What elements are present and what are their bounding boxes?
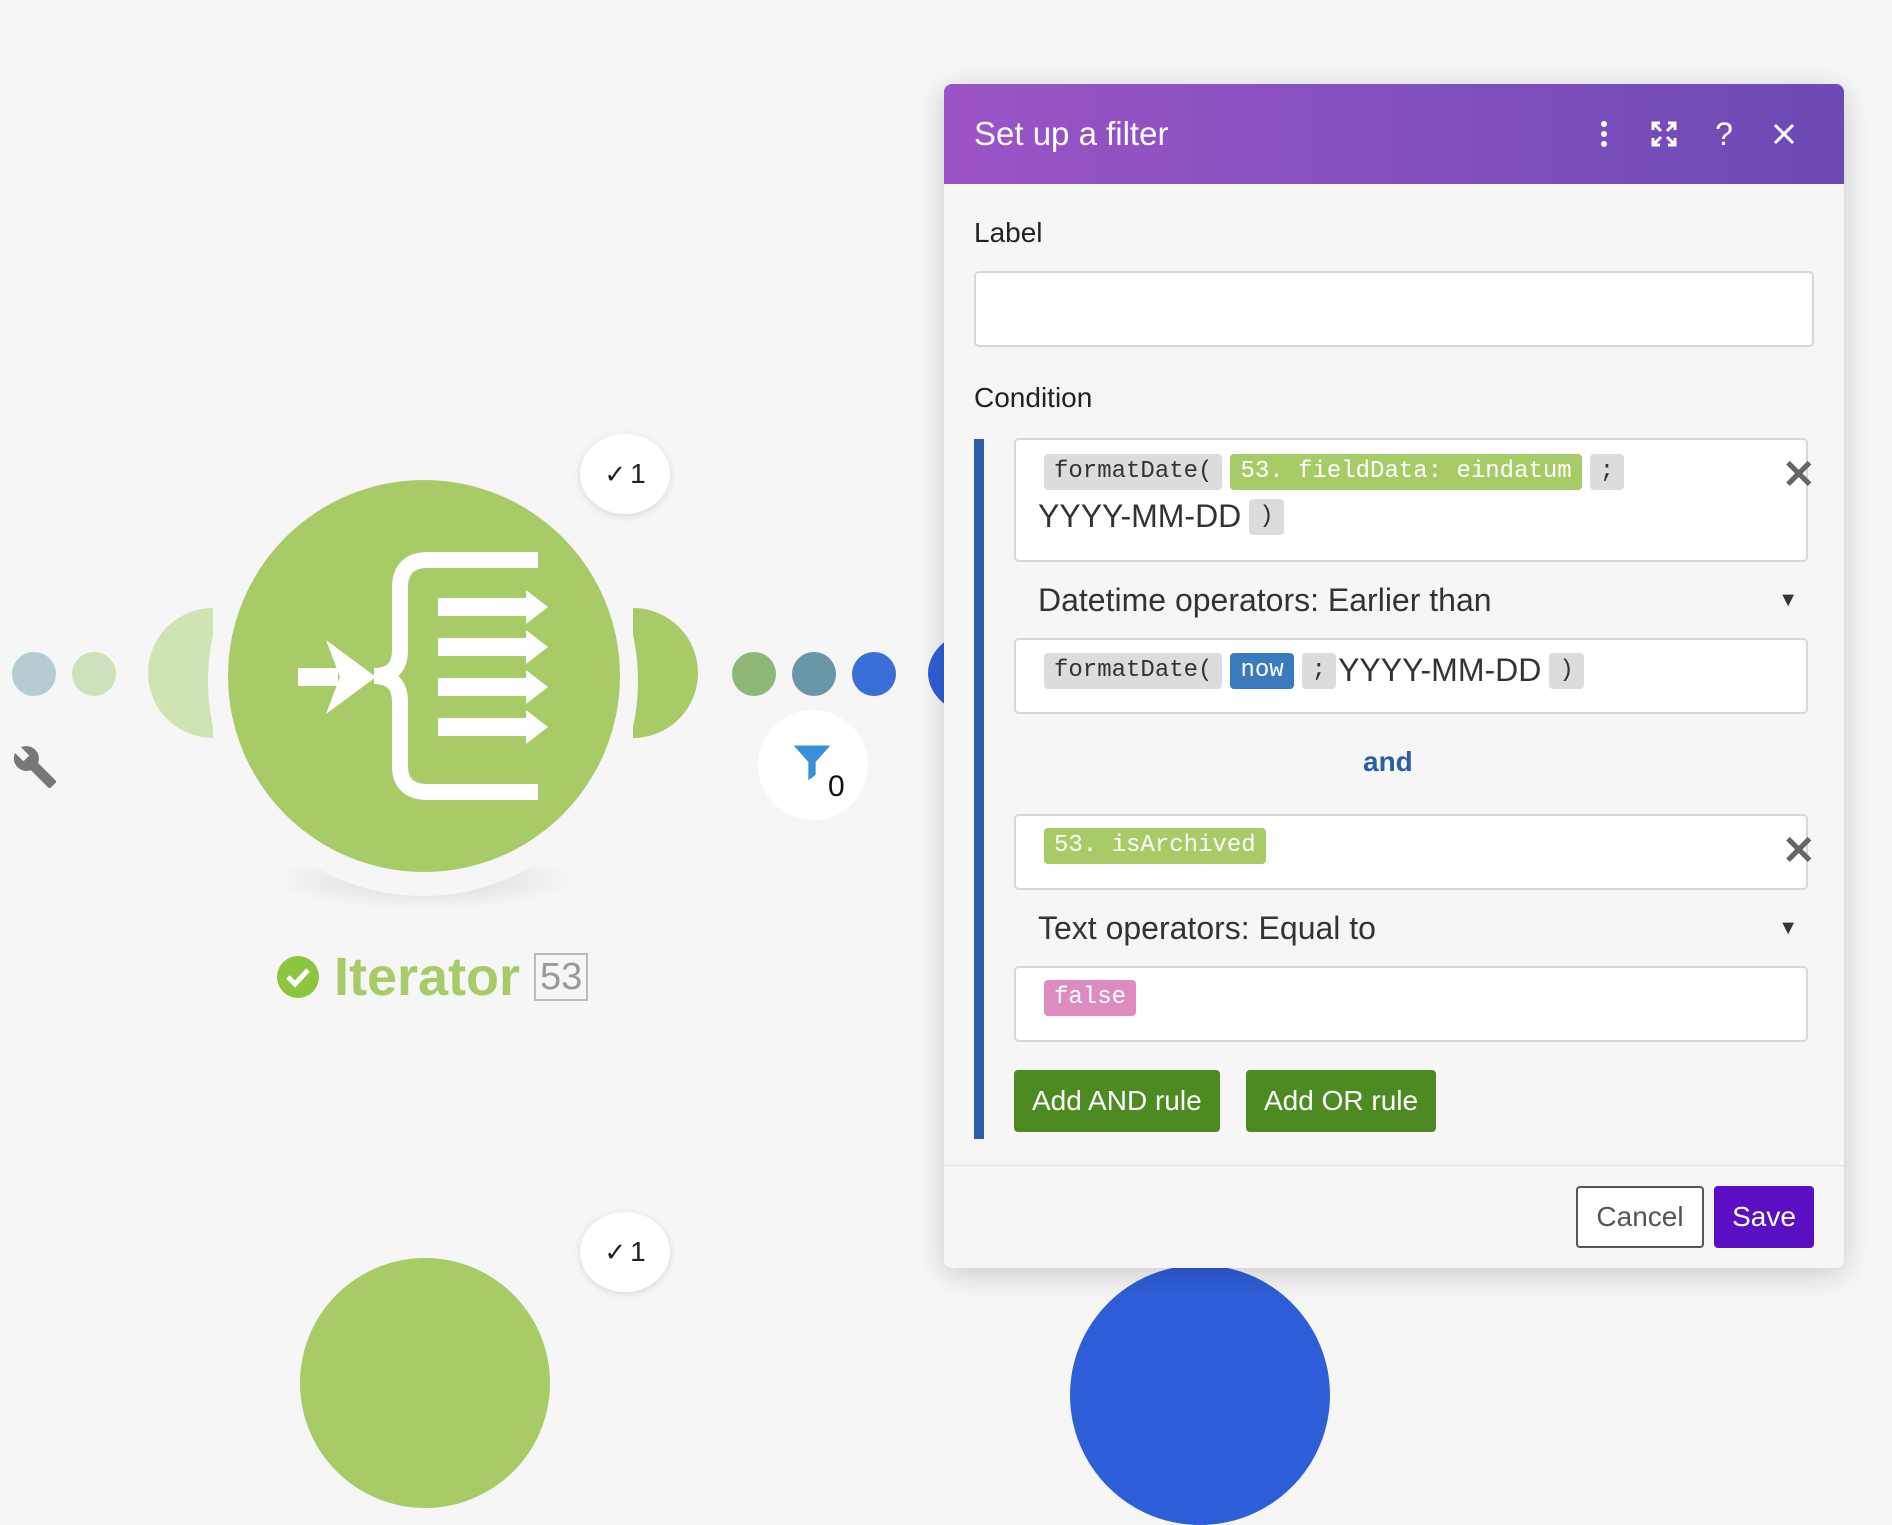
cancel-button[interactable]: Cancel — [1576, 1186, 1704, 1248]
rule1-operator-label: Datetime operators: Earlier than — [1038, 581, 1492, 618]
success-check-icon — [277, 956, 319, 998]
chevron-down-icon: ▼ — [1778, 588, 1798, 611]
next-module-bottom-right[interactable] — [1070, 1265, 1330, 1525]
next-module-bottom-left[interactable] — [300, 1258, 550, 1508]
rule1-left-operand[interactable]: formatDate( 53. fieldData: eindatum ; YY… — [1014, 438, 1808, 562]
rule1-right-operand[interactable]: formatDate( now ; YYYY-MM-DD ) — [1014, 638, 1808, 714]
filter-count: 0 — [828, 770, 845, 803]
chevron-down-icon: ▼ — [1778, 916, 1798, 939]
variable-chip[interactable]: 53. fieldData: eindatum — [1230, 454, 1582, 490]
dialog-header: Set up a filter ? — [944, 84, 1844, 184]
link-dot — [72, 652, 116, 696]
link-dot — [792, 652, 836, 696]
expand-icon[interactable] — [1634, 104, 1694, 164]
iterator-icon — [298, 552, 548, 800]
remove-rule1-icon[interactable]: ✕ — [1782, 452, 1816, 498]
rule2-right-operand[interactable]: false — [1014, 966, 1808, 1042]
add-or-rule-button[interactable]: Add OR rule — [1246, 1070, 1437, 1132]
close-paren-chip[interactable]: ) — [1549, 652, 1584, 689]
link-dot — [12, 652, 56, 696]
module-name[interactable]: Iterator — [334, 946, 520, 1008]
more-vertical-icon[interactable] — [1574, 104, 1634, 164]
rule2-left-operand[interactable]: 53. isArchived — [1014, 814, 1808, 890]
add-and-rule-button[interactable]: Add AND rule — [1014, 1070, 1220, 1132]
rule2-operator-label: Text operators: Equal to — [1038, 909, 1376, 946]
and-connector: and — [1363, 746, 1413, 777]
check-double-icon: ✓ — [604, 458, 627, 489]
filter-dialog: Set up a filter ? Label Condition format… — [944, 84, 1844, 1268]
execution-count-badge-bottom[interactable]: ✓ 1 — [580, 1212, 670, 1292]
rule1-operator-select[interactable]: Datetime operators: Earlier than ▼ — [1038, 576, 1798, 624]
remove-rule2-icon[interactable]: ✕ — [1782, 828, 1816, 874]
execution-count-badge[interactable]: ✓ 1 — [580, 434, 670, 514]
save-button[interactable]: Save — [1714, 1186, 1814, 1248]
close-icon[interactable] — [1754, 104, 1814, 164]
variable-chip[interactable]: 53. isArchived — [1044, 828, 1266, 864]
label-input[interactable] — [974, 271, 1814, 347]
close-paren-chip[interactable]: ) — [1249, 498, 1284, 535]
separator-chip[interactable]: ; — [1301, 652, 1337, 689]
function-chip[interactable]: formatDate( — [1044, 652, 1223, 689]
check-double-icon: ✓ — [604, 1236, 627, 1267]
now-chip[interactable]: now — [1230, 652, 1294, 689]
filter-bubble[interactable]: 0 — [758, 710, 868, 820]
label-caption: Label — [974, 217, 1043, 248]
help-icon[interactable]: ? — [1694, 104, 1754, 164]
link-dot — [732, 652, 776, 696]
condition-group-bar — [974, 439, 984, 1139]
module-id: 53 — [534, 953, 589, 1001]
condition-caption: Condition — [974, 382, 1093, 413]
format-text: YYYY-MM-DD — [1338, 652, 1542, 688]
link-dot — [852, 652, 896, 696]
footer-divider — [944, 1165, 1844, 1166]
iterator-module-circle[interactable] — [228, 480, 620, 872]
format-text: YYYY-MM-DD — [1038, 498, 1242, 534]
execution-count: 1 — [630, 458, 646, 489]
execution-count: 1 — [630, 1236, 646, 1267]
separator-chip[interactable]: ; — [1589, 454, 1625, 490]
boolean-chip[interactable]: false — [1044, 980, 1137, 1016]
module-title: Iterator 53 — [276, 946, 589, 1008]
rule2-operator-select[interactable]: Text operators: Equal to ▼ — [1038, 904, 1798, 952]
wrench-icon[interactable] — [12, 744, 58, 790]
dialog-title: Set up a filter — [974, 115, 1169, 152]
function-chip[interactable]: formatDate( — [1044, 454, 1223, 490]
